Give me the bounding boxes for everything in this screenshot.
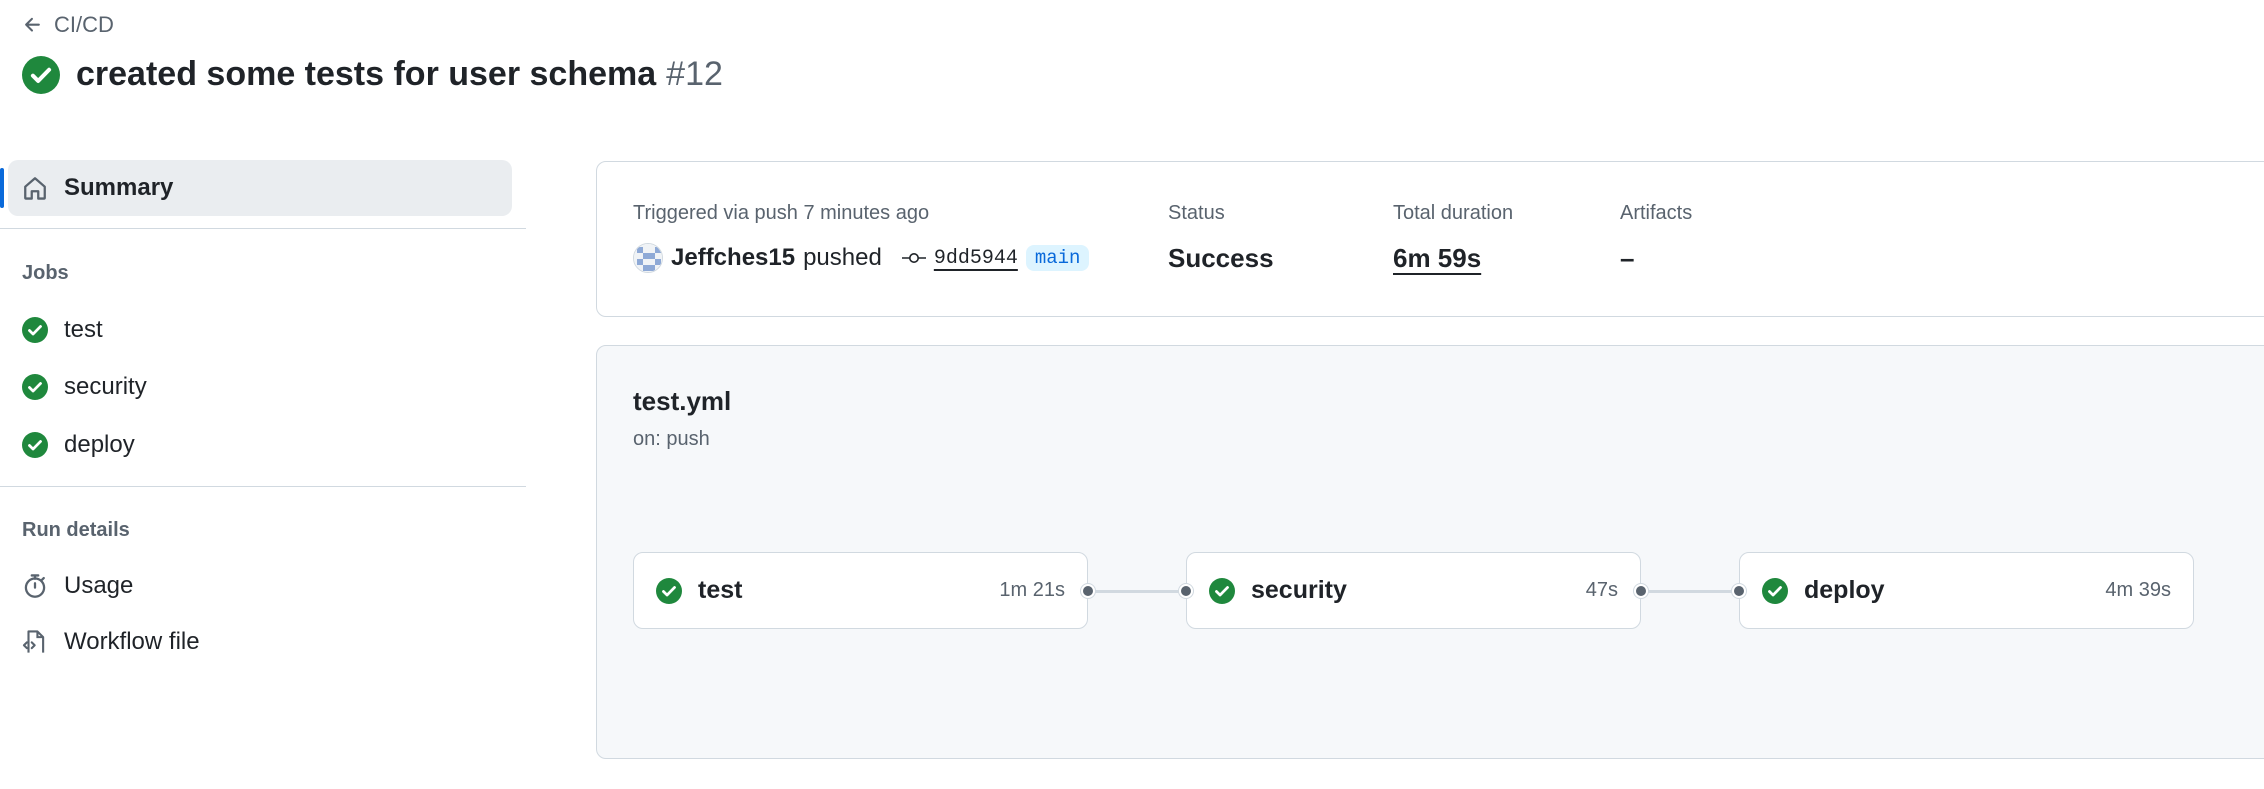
job-name: deploy [1804,576,1885,604]
check-circle-icon [22,432,48,458]
check-circle-icon [22,55,60,94]
action-text: pushed [803,244,882,271]
stopwatch-icon [22,573,48,599]
workflow-file-name: test.yml [633,386,732,416]
run-summary-card: Triggered via push 7 minutes ago Jeffche… [596,161,2264,317]
status-label: Status [1168,202,1225,224]
status-info: Status Success [1168,202,1274,274]
avatar[interactable] [633,243,663,273]
run-number: #12 [666,55,723,93]
run-title: created some tests for user schema [76,55,657,93]
job-name: security [1251,576,1347,604]
file-code-icon [22,629,48,655]
check-circle-icon [1762,577,1788,604]
duration-link[interactable]: 6m 59s [1393,243,1513,274]
sidebar-item-label: Summary [64,174,174,201]
sidebar-item-workflow-file[interactable]: Workflow file [22,628,200,656]
check-circle-icon [656,577,682,604]
status-value: Success [1168,243,1274,273]
workflow-trigger: on: push [633,428,710,450]
connector-dot [1732,584,1746,598]
branch-badge[interactable]: main [1025,245,1090,271]
job-duration: 47s [1585,579,1618,601]
job-connector [1087,590,1189,593]
sidebar-item-label: test [64,316,103,343]
sidebar-item-label: Usage [64,572,134,599]
check-circle-icon [22,317,48,343]
sidebar-item-label: security [64,373,147,400]
sidebar-item-job-deploy[interactable]: deploy [22,431,135,459]
artifacts-info: Artifacts – [1620,202,1692,274]
sidebar-item-label: Workflow file [64,628,200,655]
job-node-deploy[interactable]: deploy 4m 39s [1732,552,2194,629]
connector-dot [1634,584,1648,598]
job-name: test [698,576,743,604]
duration-label: Total duration [1393,202,1514,224]
sidebar-item-label: deploy [64,431,135,458]
git-commit-icon [901,250,926,266]
commit-sha: 9dd5944 [933,246,1018,270]
sidebar-item-job-test[interactable]: test [22,316,103,344]
page-title: created some tests for user schema #12 [22,55,723,94]
sidebar-item-usage[interactable]: Usage [22,572,133,600]
sidebar-item-job-security[interactable]: security [22,373,147,401]
check-circle-icon [22,374,48,400]
arrow-left-icon [22,14,44,36]
back-link[interactable]: CI/CD [22,12,114,38]
divider [0,228,526,229]
back-link-label: CI/CD [54,12,114,37]
job-connector [1640,590,1742,593]
job-duration: 1m 21s [999,579,1065,601]
commit-link[interactable]: 9dd5944 [901,246,1018,270]
check-circle-icon [1209,577,1235,604]
job-duration: 4m 39s [2105,579,2171,601]
workflow-graph: test.yml on: push test 1m 21s security 4… [596,345,2264,759]
run-details-heading: Run details [22,519,130,541]
jobs-heading: Jobs [22,262,69,284]
artifacts-label: Artifacts [1620,202,1693,224]
job-node-security[interactable]: security 47s [1179,552,1648,629]
divider [0,486,526,487]
trigger-label: Triggered via push 7 minutes ago [633,202,930,224]
sidebar-item-summary[interactable]: Summary [0,160,512,216]
duration-info: Total duration 6m 59s [1393,202,1513,274]
actor-link[interactable]: Jeffches15 [671,244,795,272]
job-node-test[interactable]: test 1m 21s [633,552,1095,629]
connector-dot [1179,584,1193,598]
trigger-info: Triggered via push 7 minutes ago Jeffche… [633,202,1090,273]
home-icon [22,175,48,201]
connector-dot [1081,584,1095,598]
artifacts-value: – [1620,243,1635,273]
